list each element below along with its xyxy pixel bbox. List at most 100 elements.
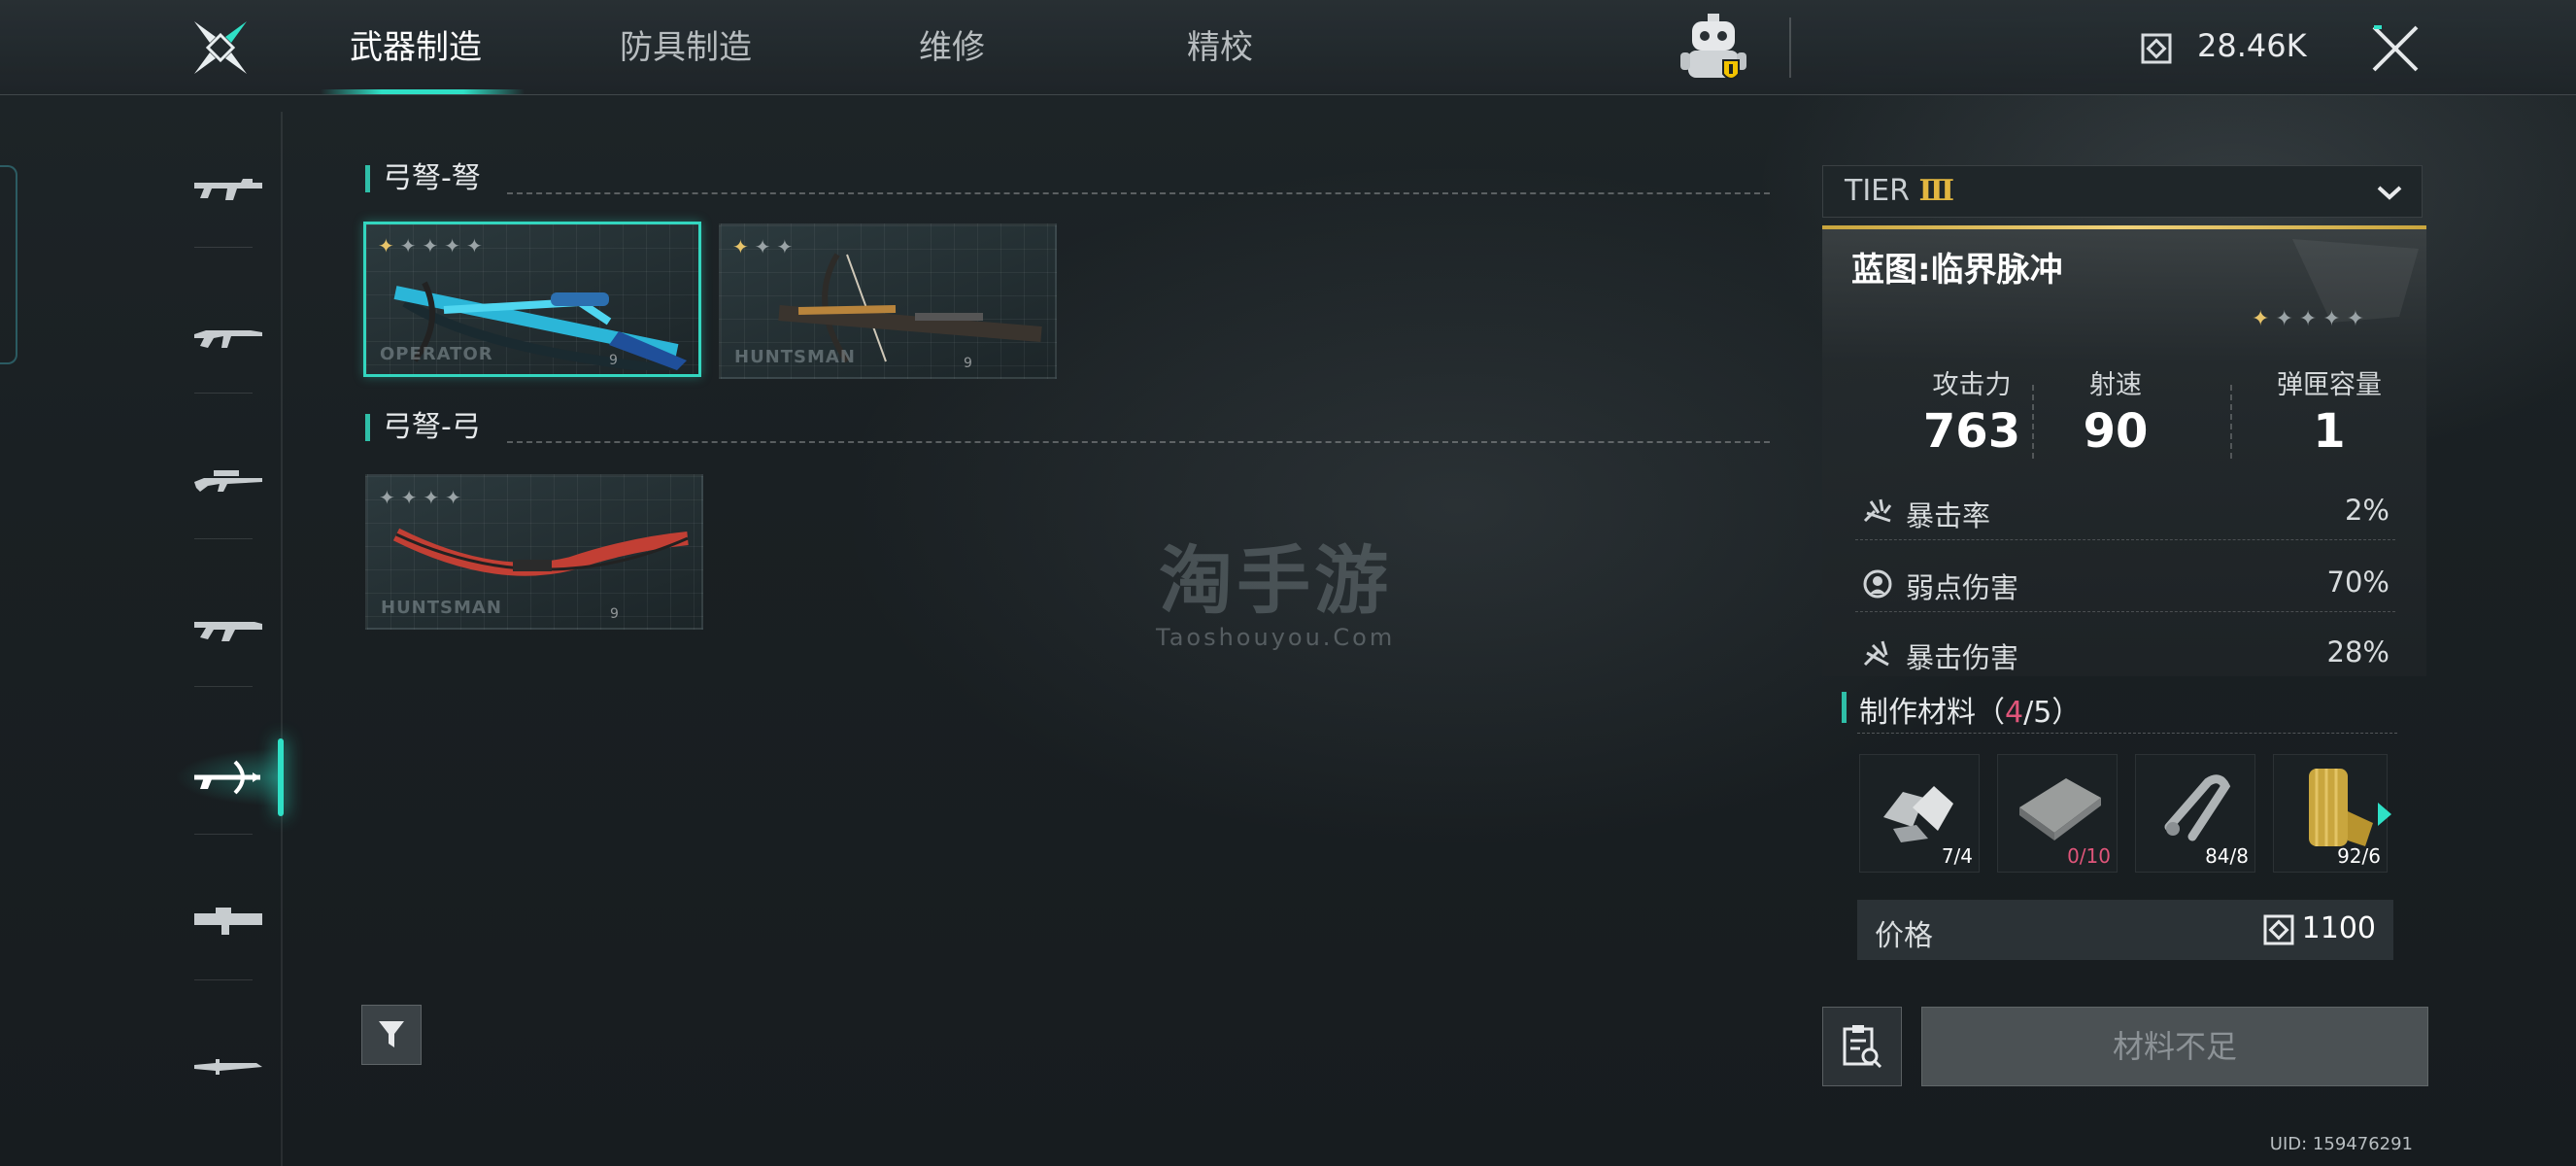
tab-armor-crafting[interactable]: 防具制造	[612, 23, 760, 72]
shackle-icon	[2164, 774, 2231, 841]
sidebar-separator	[194, 247, 253, 248]
sidebar-item-knife[interactable]	[175, 1038, 282, 1096]
blueprint-card-operator[interactable]: ✦✦✦✦✦ OPERATOR 9	[363, 222, 701, 377]
top-bar: 武器制造 防具制造 维修 精校 28.46K	[0, 0, 2576, 95]
price-label: 价格	[1875, 919, 1933, 953]
substat-value: 70%	[2326, 566, 2390, 599]
material-slot-cloth-roll[interactable]: 92/6	[2273, 754, 2388, 873]
stat-value-magazine: 1	[2313, 404, 2346, 459]
craft-button[interactable]: 材料不足	[1921, 1007, 2428, 1086]
shotgun-icon	[194, 622, 262, 641]
smg-icon	[194, 179, 262, 200]
materials-title: 制作材料（4/5）	[1842, 688, 2081, 731]
material-count: 92/6	[2337, 844, 2381, 868]
user-id: UID: 159476291	[2269, 1134, 2413, 1154]
card-brand-label: OPERATOR	[380, 344, 493, 364]
substat-row-crit-damage: 暴击伤害 28%	[1855, 628, 2395, 682]
knife-icon	[194, 1059, 262, 1075]
active-tab-indicator	[321, 89, 525, 94]
substat-value: 28%	[2326, 635, 2390, 669]
materials-have-count: 4	[2005, 696, 2024, 730]
substat-label: 暴击伤害	[1906, 641, 2019, 674]
filter-icon	[379, 1021, 404, 1047]
card-brand-label: HUNTSMAN	[734, 347, 856, 367]
weakpoint-icon	[1863, 569, 1892, 599]
substat-value: 2%	[2344, 494, 2390, 527]
currency-amount: 28.46K	[2197, 27, 2307, 64]
sidebar-item-rifle[interactable]	[175, 307, 282, 365]
materials-label: 制作材料（	[1859, 696, 2005, 730]
materials-total: /5）	[2023, 696, 2082, 730]
robot-assistant-icon[interactable]	[1678, 12, 1748, 86]
crit-damage-icon	[1863, 640, 1889, 667]
sidebar-separator	[194, 979, 253, 980]
substat-row-crit-rate: 暴击率 2%	[1855, 486, 2395, 540]
close-button[interactable]	[2368, 21, 2423, 76]
card-number: 9	[964, 356, 972, 371]
metal-scrap-icon	[1883, 786, 1953, 842]
price-value: 1100	[2301, 911, 2376, 945]
tab-calibration[interactable]: 精校	[1162, 23, 1278, 72]
substat-label: 弱点伤害	[1906, 571, 2019, 604]
rarity-stars: ✦✦✦✦✦	[378, 234, 489, 257]
tab-repair[interactable]: 维修	[894, 23, 1010, 72]
rifle-icon	[194, 330, 262, 348]
section-divider	[507, 192, 1770, 194]
card-number: 9	[609, 353, 618, 368]
header-divider	[1789, 17, 1791, 78]
price-row: 价格 1100	[1857, 900, 2393, 960]
cloth-roll-icon	[2309, 769, 2373, 846]
stat-value-fire-rate: 90	[2083, 404, 2149, 459]
currency-icon	[2141, 33, 2172, 64]
materials-scroll-arrow[interactable]	[2378, 803, 2391, 826]
material-slot-steel-plate[interactable]: 0/10	[1997, 754, 2118, 873]
watermark-main: 淘手游	[1159, 537, 1393, 624]
material-slot-metal-scrap[interactable]: 7/4	[1859, 754, 1980, 873]
stat-label-fire-rate: 射速	[2089, 370, 2142, 400]
blueprint-info-button[interactable]	[1822, 1007, 1902, 1086]
bow-image	[392, 528, 689, 576]
material-count: 84/8	[2205, 844, 2249, 868]
material-slot-shackle[interactable]: 84/8	[2135, 754, 2255, 873]
sidebar-separator	[194, 686, 253, 687]
side-drawer-handle[interactable]	[0, 165, 17, 364]
launcher-icon	[194, 908, 262, 935]
sidebar-separator	[194, 538, 253, 539]
blueprint-card-huntsman-bow[interactable]: ✦✦✦✦ HUNTSMAN 9	[365, 474, 703, 630]
section-title-crossbow: 弓弩-弩	[365, 159, 481, 198]
sidebar-item-launcher[interactable]	[175, 892, 282, 950]
material-count: 7/4	[1941, 844, 1973, 868]
blueprint-card-huntsman-crossbow[interactable]: ✦✦✦ HUNTSMAN 9	[719, 223, 1057, 379]
sidebar-item-sniper[interactable]	[175, 453, 282, 511]
tier-dropdown[interactable]: TIER Ⅲ	[1822, 165, 2423, 218]
section-divider	[507, 441, 1770, 443]
blueprint-rarity-stars: ✦✦✦✦✦	[2252, 307, 2371, 331]
tab-weapon-crafting[interactable]: 武器制造	[342, 23, 490, 72]
sidebar-item-shotgun[interactable]	[175, 599, 282, 657]
clipboard-search-icon	[1843, 1025, 1882, 1069]
crit-rate-icon	[1863, 498, 1892, 523]
chevron-down-icon	[2377, 186, 2402, 200]
watermark-sub: Taoshouyou.Com	[1156, 624, 1396, 651]
filter-button[interactable]	[361, 1005, 422, 1065]
tier-prefix: TIER	[1845, 174, 1910, 208]
sidebar-item-crossbow[interactable]	[175, 748, 282, 806]
sniper-icon	[194, 470, 262, 492]
card-brand-label: HUNTSMAN	[381, 598, 502, 618]
steel-plate-icon	[2019, 778, 2101, 840]
game-logo-icon[interactable]	[190, 17, 251, 78]
sidebar-separator	[194, 834, 253, 835]
tier-roman: Ⅲ	[1918, 174, 1955, 208]
substat-row-weakpoint: 弱点伤害 70%	[1855, 558, 2395, 612]
section-title-bow: 弓弩-弓	[365, 408, 481, 447]
sidebar-item-smg[interactable]	[175, 159, 282, 218]
material-count: 0/10	[2067, 844, 2111, 868]
sidebar-separator	[194, 393, 253, 394]
currency-icon	[2263, 914, 2294, 945]
substat-label: 暴击率	[1906, 499, 1991, 532]
crossbow-icon	[194, 760, 260, 795]
stat-label-magazine: 弹匣容量	[2277, 370, 2382, 400]
card-number: 9	[610, 606, 619, 622]
watermark: 淘手游 Taoshouyou.Com	[1156, 521, 1395, 651]
materials-divider	[1857, 733, 2397, 734]
